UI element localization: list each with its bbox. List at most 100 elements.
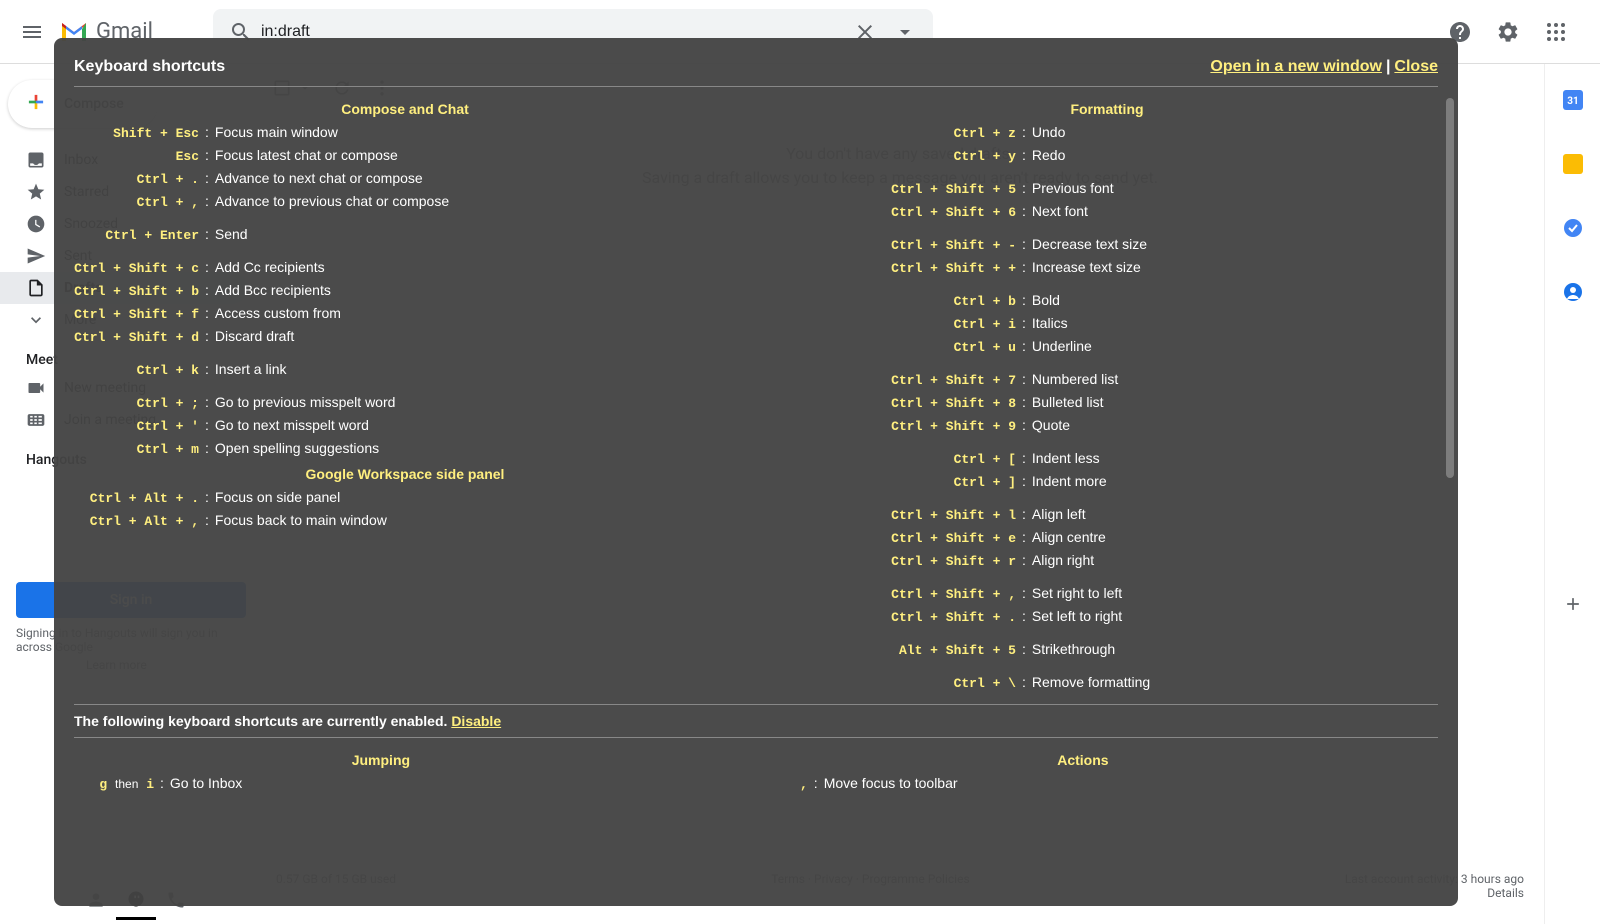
close-link[interactable]: Close	[1394, 58, 1438, 75]
shortcut-row: Ctrl + ':Go to next misspelt word	[74, 414, 736, 437]
down-icon	[26, 310, 46, 330]
shortcut-row: Ctrl + Shift + 8:Bulleted list	[776, 391, 1438, 414]
keyboard-icon	[26, 410, 46, 430]
shortcut-keys: Ctrl + Enter	[74, 226, 199, 246]
shortcut-keys: Ctrl + Shift + r	[776, 552, 1016, 572]
shortcut-desc: Insert a link	[215, 359, 287, 379]
shortcut-desc: Add Cc recipients	[215, 257, 325, 277]
shortcut-row: Ctrl + [:Indent less	[776, 447, 1438, 470]
shortcut-row: Shift + Esc:Focus main window	[74, 121, 736, 144]
shortcuts-col-jumping: Jumping g then i:Go to Inbox	[74, 746, 688, 795]
shortcut-keys: Ctrl + Shift + 8	[776, 394, 1016, 414]
keyboard-shortcuts-dialog: Keyboard shortcuts Open in a new window|…	[54, 38, 1458, 906]
keep-app-button[interactable]	[1553, 144, 1593, 184]
shortcut-desc: Focus on side panel	[215, 487, 340, 507]
shortcut-row: Ctrl + Shift + -:Decrease text size	[776, 233, 1438, 256]
shortcut-desc: Discard draft	[215, 326, 294, 346]
shortcut-desc: Align right	[1032, 550, 1094, 570]
shortcut-keys: Esc	[74, 147, 199, 167]
shortcut-desc: Advance to previous chat or compose	[215, 191, 449, 211]
shortcut-keys: Alt + Shift + 5	[776, 641, 1016, 661]
shortcut-keys: Ctrl + \	[776, 674, 1016, 694]
settings-button[interactable]	[1488, 12, 1528, 52]
video-icon	[26, 378, 46, 398]
shortcuts-col-right: Formatting Ctrl + z:UndoCtrl + y:RedoCtr…	[776, 95, 1438, 694]
shortcut-desc: Send	[215, 224, 248, 244]
shortcut-row: Ctrl + .:Advance to next chat or compose	[74, 167, 736, 190]
shortcut-keys: Ctrl + u	[776, 338, 1016, 358]
shortcut-keys: Ctrl + Shift + c	[74, 259, 199, 279]
shortcut-keys: Ctrl + ,	[74, 193, 199, 213]
contacts-app-button[interactable]	[1553, 272, 1593, 312]
shortcut-desc: Redo	[1032, 145, 1065, 165]
shortcut-desc: Decrease text size	[1032, 234, 1147, 254]
tasks-icon	[1563, 218, 1583, 238]
shortcut-row: Ctrl + Shift + 5:Previous font	[776, 177, 1438, 200]
shortcut-row: Ctrl + y:Redo	[776, 144, 1438, 167]
shortcut-keys: Ctrl + Shift + 5	[776, 180, 1016, 200]
shortcut-row: Alt + Shift + 5:Strikethrough	[776, 638, 1438, 661]
shortcut-row: Ctrl + Shift + 6:Next font	[776, 200, 1438, 223]
star-icon	[26, 182, 46, 202]
shortcut-keys: Ctrl + ]	[776, 473, 1016, 493]
shortcut-row: Ctrl + Shift + 9:Quote	[776, 414, 1438, 437]
shortcut-desc: Access custom from	[215, 303, 341, 323]
tasks-app-button[interactable]	[1553, 208, 1593, 248]
open-new-window-link[interactable]: Open in a new window	[1210, 58, 1382, 75]
add-addon-button[interactable]	[1553, 584, 1593, 624]
shortcut-desc: Set left to right	[1032, 606, 1122, 626]
shortcut-desc: Align left	[1032, 504, 1086, 524]
shortcut-keys: Shift + Esc	[74, 124, 199, 144]
plus-icon	[20, 86, 52, 122]
shortcut-desc: Open spelling suggestions	[215, 438, 379, 458]
shortcut-keys: Ctrl + Shift + f	[74, 305, 199, 325]
shortcut-desc: Go to next misspelt word	[215, 415, 369, 435]
modal-links: Open in a new window|Close	[1210, 58, 1438, 76]
shortcut-keys: Ctrl + Shift + d	[74, 328, 199, 348]
shortcut-row: Esc:Focus latest chat or compose	[74, 144, 736, 167]
svg-text:31: 31	[1567, 96, 1578, 107]
calendar-app-button[interactable]: 31	[1553, 80, 1593, 120]
shortcut-row: Ctrl + Alt + .:Focus on side panel	[74, 486, 736, 509]
shortcut-keys: g then i	[74, 774, 154, 795]
shortcut-keys: ,	[728, 775, 808, 795]
shortcut-row: Ctrl + ;:Go to previous misspelt word	[74, 391, 736, 414]
shortcut-keys: Ctrl + Alt + .	[74, 489, 199, 509]
shortcuts-col-actions: Actions ,:Move focus to toolbar	[728, 746, 1438, 795]
shortcut-desc: Go to previous misspelt word	[215, 392, 396, 412]
shortcut-keys: Ctrl + k	[74, 361, 199, 381]
shortcut-row: Ctrl + k:Insert a link	[74, 358, 736, 381]
shortcut-row: Ctrl + Shift + l:Align left	[776, 503, 1438, 526]
section-title-actions: Actions	[728, 752, 1438, 768]
shortcut-keys: Ctrl + Shift + 9	[776, 417, 1016, 437]
shortcut-keys: Ctrl + Alt + ,	[74, 512, 199, 532]
shortcut-keys: Ctrl + Shift + -	[776, 236, 1016, 256]
shortcut-desc: Bulleted list	[1032, 392, 1104, 412]
send-icon	[26, 246, 46, 266]
shortcut-desc: Indent more	[1032, 471, 1107, 491]
shortcut-keys: Ctrl + Shift + .	[776, 608, 1016, 628]
apps-button[interactable]	[1536, 12, 1576, 52]
shortcut-row: Ctrl + m:Open spelling suggestions	[74, 437, 736, 460]
shortcut-desc: Indent less	[1032, 448, 1100, 468]
shortcut-desc: Quote	[1032, 415, 1070, 435]
shortcut-row: Ctrl + ,:Advance to previous chat or com…	[74, 190, 736, 213]
shortcut-desc: Advance to next chat or compose	[215, 168, 423, 188]
shortcut-desc: Bold	[1032, 290, 1060, 310]
shortcut-desc: Underline	[1032, 336, 1092, 356]
calendar-icon: 31	[1563, 90, 1583, 110]
shortcut-desc: Go to Inbox	[170, 773, 242, 793]
hamburger-icon	[20, 20, 44, 44]
shortcut-row: Ctrl + i:Italics	[776, 312, 1438, 335]
scrollbar[interactable]	[1446, 98, 1454, 478]
shortcut-desc: Italics	[1032, 313, 1068, 333]
apps-icon	[1544, 20, 1568, 44]
shortcut-keys: Ctrl + m	[74, 440, 199, 460]
file-icon	[26, 278, 46, 298]
disable-link[interactable]: Disable	[451, 713, 501, 729]
shortcut-desc: Remove formatting	[1032, 672, 1150, 692]
gear-icon	[1496, 20, 1520, 44]
menu-button[interactable]	[8, 8, 56, 56]
section-title-formatting: Formatting	[776, 101, 1438, 117]
shortcut-keys: Ctrl + Shift + 6	[776, 203, 1016, 223]
